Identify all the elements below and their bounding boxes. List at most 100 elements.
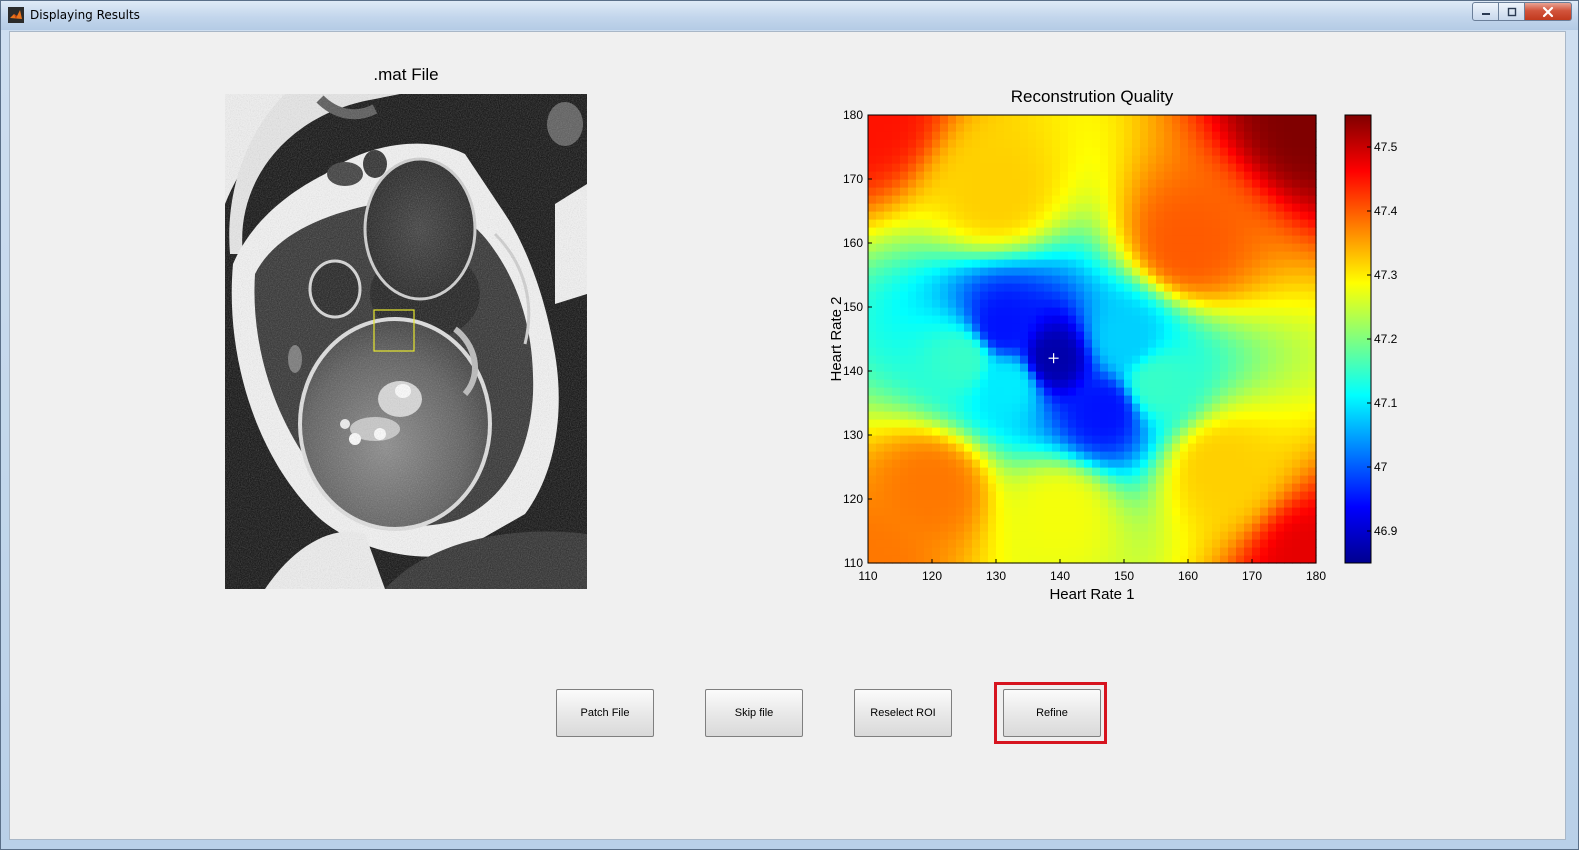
- patch-file-button[interactable]: Patch File: [556, 689, 654, 737]
- heatmap-cell: [1020, 347, 1029, 356]
- heatmap-cell: [1308, 499, 1317, 508]
- heatmap-cell: [1196, 115, 1205, 124]
- heatmap-cell: [932, 515, 941, 524]
- heatmap-cell: [1196, 371, 1205, 380]
- heatmap-cell: [1196, 379, 1205, 388]
- heatmap-cell: [1140, 323, 1149, 332]
- heatmap-cell: [1132, 227, 1141, 236]
- heatmap-cell: [1060, 267, 1069, 276]
- heatmap-cell: [972, 227, 981, 236]
- heatmap-cell: [1068, 451, 1077, 460]
- heatmap-cell: [996, 411, 1005, 420]
- heatmap-cell: [932, 483, 941, 492]
- close-button[interactable]: [1525, 2, 1572, 21]
- heatmap-cell: [1164, 403, 1173, 412]
- heatmap-cell: [1308, 387, 1317, 396]
- reselect-roi-button[interactable]: Reselect ROI: [854, 689, 952, 737]
- heatmap-cell: [1188, 515, 1197, 524]
- heatmap-cell: [1124, 163, 1133, 172]
- heatmap-cell: [1108, 203, 1117, 212]
- heatmap-cell: [1180, 323, 1189, 332]
- heatmap-cell: [1244, 227, 1253, 236]
- heatmap-cell: [1172, 475, 1181, 484]
- heatmap-cell: [1124, 347, 1133, 356]
- heatmap-cell: [1116, 515, 1125, 524]
- heatmap-cell: [1116, 251, 1125, 260]
- heatmap-cell: [980, 435, 989, 444]
- heatmap-cell: [884, 387, 893, 396]
- heatmap-cell: [1228, 307, 1237, 316]
- heatmap-cell: [1228, 539, 1237, 548]
- heatmap-cell: [1028, 291, 1037, 300]
- heatmap-cell: [1100, 467, 1109, 476]
- heatmap-cell: [1292, 395, 1301, 404]
- heatmap-cell: [1020, 419, 1029, 428]
- maximize-button[interactable]: [1499, 2, 1525, 21]
- heatmap-cell: [956, 339, 965, 348]
- heatmap-cell: [900, 275, 909, 284]
- heatmap-cell: [948, 355, 957, 364]
- heatmap-cell: [1228, 363, 1237, 372]
- heatmap-cell: [1276, 275, 1285, 284]
- heatmap-cell: [1044, 131, 1053, 140]
- heatmap-cell: [1220, 395, 1229, 404]
- heatmap-cell: [1020, 515, 1029, 524]
- heatmap-cell: [884, 235, 893, 244]
- heatmap-cell: [916, 147, 925, 156]
- heatmap-cell: [1108, 499, 1117, 508]
- heatmap-cell: [1212, 467, 1221, 476]
- heatmap-cell: [1092, 499, 1101, 508]
- heatmap-cell: [1196, 339, 1205, 348]
- heatmap-cell: [1164, 187, 1173, 196]
- heatmap-cell: [1204, 251, 1213, 260]
- heatmap-cell: [1260, 171, 1269, 180]
- heatmap-cell: [988, 483, 997, 492]
- heatmap-cell: [1172, 547, 1181, 556]
- heatmap-cell: [1204, 347, 1213, 356]
- heatmap-cell: [1020, 483, 1029, 492]
- heatmap-chart[interactable]: 110 120 130 140 150 160 170 180 110120130140150…: [810, 102, 1430, 642]
- skip-file-button[interactable]: Skip file: [705, 689, 803, 737]
- heatmap-cell: [900, 315, 909, 324]
- heatmap-cell: [1188, 443, 1197, 452]
- heatmap-cell: [1268, 179, 1277, 188]
- heatmap-cell: [964, 355, 973, 364]
- heatmap-cell: [1204, 467, 1213, 476]
- heatmap-cell: [1300, 515, 1309, 524]
- heatmap-cell: [868, 483, 877, 492]
- heatmap-cell: [1108, 395, 1117, 404]
- heatmap-cell: [988, 539, 997, 548]
- heatmap-cell: [900, 171, 909, 180]
- title-bar[interactable]: Displaying Results: [1, 1, 1578, 30]
- heatmap-cell: [932, 315, 941, 324]
- heatmap-cell: [1044, 315, 1053, 324]
- heatmap-cell: [1268, 547, 1277, 556]
- heatmap-cell: [1092, 459, 1101, 468]
- heatmap-cell: [1124, 531, 1133, 540]
- heatmap-cell: [1068, 379, 1077, 388]
- heatmap-cell: [1076, 315, 1085, 324]
- heatmap-cell: [980, 123, 989, 132]
- heatmap-cell: [1004, 435, 1013, 444]
- heatmap-cell: [1308, 411, 1317, 420]
- heatmap-cell: [1252, 307, 1261, 316]
- heatmap-cell: [1116, 491, 1125, 500]
- heatmap-cell: [908, 291, 917, 300]
- mri-scan-image[interactable]: [225, 94, 587, 589]
- heatmap-cell: [980, 467, 989, 476]
- heatmap-cell: [924, 131, 933, 140]
- y-tick-label: 140: [843, 364, 863, 378]
- heatmap-cell: [1268, 171, 1277, 180]
- heatmap-cell: [884, 131, 893, 140]
- minimize-button[interactable]: [1472, 2, 1499, 21]
- heatmap-cell: [1108, 275, 1117, 284]
- heatmap-cell: [1268, 555, 1277, 564]
- heatmap-cell: [1044, 219, 1053, 228]
- heatmap-cell: [980, 243, 989, 252]
- heatmap-cell: [1020, 123, 1029, 132]
- heatmap-cell: [948, 363, 957, 372]
- heatmap-cell: [1036, 363, 1045, 372]
- heatmap-cell: [1036, 283, 1045, 292]
- heatmap-cell: [1076, 363, 1085, 372]
- heatmap-cell: [1220, 227, 1229, 236]
